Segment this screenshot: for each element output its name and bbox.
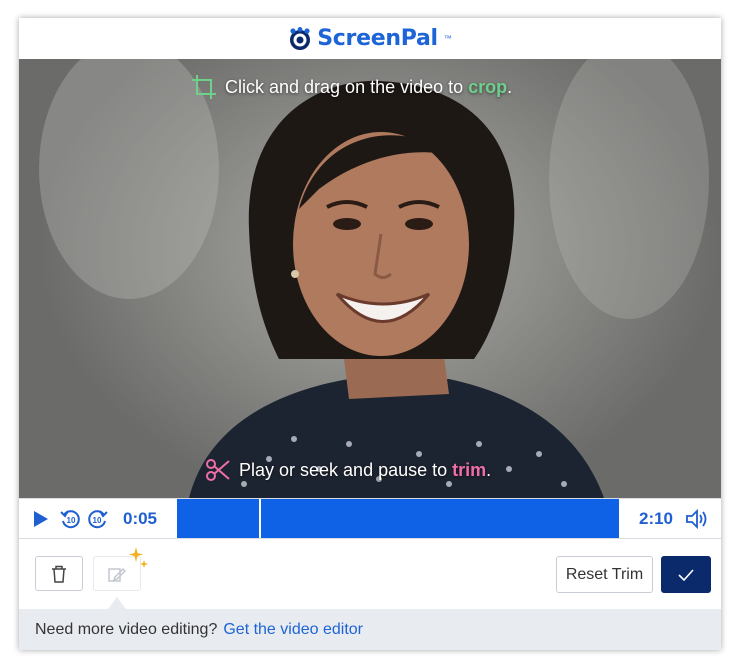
- screenpal-logo-icon: [290, 26, 311, 50]
- trim-hint-highlight: trim: [452, 459, 487, 480]
- forward-10-button[interactable]: 10: [85, 499, 109, 538]
- trim-hint-prefix: Play or seek and pause to: [239, 459, 453, 480]
- trash-icon: [52, 565, 66, 583]
- forward-seconds: 10: [93, 516, 102, 525]
- scissors-icon: [206, 459, 230, 481]
- footer-text: Need more video editing?: [35, 620, 218, 638]
- volume-icon: [686, 508, 707, 529]
- video-frame-person: [39, 59, 709, 498]
- edit-toolbar: Reset Trim: [19, 539, 721, 609]
- crop-hint-suffix: .: [507, 76, 513, 97]
- video-preview[interactable]: Click and drag on the video to crop. Pla…: [19, 59, 721, 498]
- rewind-seconds: 10: [67, 516, 76, 525]
- crop-hint-highlight: crop: [468, 76, 508, 97]
- sparkle-icon: [129, 547, 148, 568]
- tooltip-pointer: [108, 597, 126, 609]
- effects-icon: [108, 567, 127, 582]
- volume-button[interactable]: [683, 499, 711, 538]
- screenpal-logo: ScreenPal ™: [288, 26, 452, 51]
- trim-timeline[interactable]: [177, 499, 619, 538]
- play-icon: [34, 510, 48, 527]
- trim-hint-text: Play or seek and pause to trim.: [239, 460, 491, 481]
- trim-hint: Play or seek and pause to trim.: [205, 457, 491, 483]
- rewind-10-button[interactable]: 10: [59, 499, 83, 538]
- confirm-button[interactable]: [661, 556, 711, 593]
- playhead[interactable]: [259, 499, 261, 538]
- brand-name: ScreenPal: [317, 26, 438, 51]
- crop-hint-prefix: Click and drag on the video to: [225, 76, 469, 97]
- delete-button[interactable]: [35, 556, 83, 591]
- screenpal-editor-window: ScreenPal ™ Click and drag on the video …: [19, 18, 721, 650]
- trim-hint-suffix: .: [486, 459, 492, 480]
- forward-10-icon: 10: [88, 509, 108, 528]
- trademark: ™: [443, 34, 452, 43]
- checkmark-icon: [678, 568, 694, 581]
- crop-icon: [192, 75, 216, 99]
- crop-hint-text: Click and drag on the video to crop.: [225, 77, 512, 98]
- footer-banner: Need more video editing? Get the video e…: [19, 609, 721, 650]
- total-time: 2:10: [638, 508, 674, 528]
- crop-hint: Click and drag on the video to crop.: [191, 74, 512, 100]
- reset-trim-button[interactable]: Reset Trim: [556, 556, 653, 593]
- play-button[interactable]: [29, 499, 53, 538]
- rewind-10-icon: 10: [60, 509, 80, 528]
- current-time: 0:05: [122, 508, 158, 528]
- header: ScreenPal ™: [19, 18, 721, 59]
- playback-controls: 10 10 0:05 2:10: [19, 498, 721, 539]
- get-video-editor-link[interactable]: Get the video editor: [223, 621, 363, 639]
